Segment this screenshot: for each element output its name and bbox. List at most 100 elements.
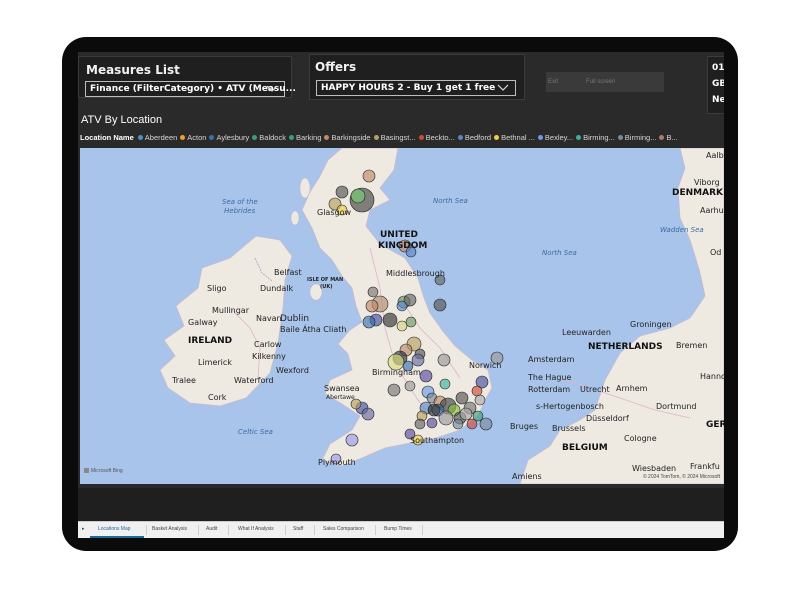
chevron-down-icon <box>266 85 278 92</box>
legend-item[interactable]: Aylesbury <box>209 133 249 142</box>
tab-audit[interactable]: Audit <box>206 526 217 532</box>
map-label-denmark: DENMARK <box>672 188 723 198</box>
measures-list-value: Finance (FilterCategory) • ATV (Measu... <box>90 84 296 94</box>
map-label-mullingar: Mullingar <box>212 306 249 315</box>
offers-dropdown[interactable]: HAPPY HOURS 2 - Buy 1 get 1 free <box>316 80 516 96</box>
continental-europe-landmass <box>519 148 724 484</box>
location-bubble[interactable] <box>396 320 408 332</box>
legend-dot-icon <box>209 135 215 140</box>
location-bubble[interactable] <box>405 316 417 328</box>
location-bubble[interactable] <box>438 410 454 426</box>
legend-item[interactable]: Bethnal ... <box>494 133 535 142</box>
location-bubble[interactable] <box>427 403 441 417</box>
tab-locations-map[interactable]: Locations Map <box>98 526 131 532</box>
tab-scroll-left-icon[interactable]: ▸ <box>82 526 85 532</box>
tab-bump-times[interactable]: Bump Times <box>384 526 412 532</box>
map-visual-title: ATV By Location <box>81 114 163 126</box>
location-bubble[interactable] <box>479 417 493 431</box>
tab-sales-comparison[interactable]: Sales Comparison <box>323 526 364 532</box>
location-bubble[interactable] <box>345 433 359 447</box>
location-bubble[interactable] <box>362 315 376 329</box>
location-bubble[interactable] <box>452 418 464 430</box>
legend-item[interactable]: Aberdeen <box>137 133 177 142</box>
location-bubble[interactable] <box>387 383 401 397</box>
location-bubble[interactable] <box>455 391 469 405</box>
map-label-limerick: Limerick <box>198 358 232 367</box>
legend-item[interactable]: Bexley... <box>537 133 574 142</box>
legend-item-label: Barkingside <box>331 133 371 142</box>
bing-attribution: Microsoft Bing <box>84 468 123 474</box>
location-bubble[interactable] <box>335 185 349 199</box>
map-label-north-sea: North Sea <box>433 197 468 205</box>
location-bubble[interactable] <box>350 188 366 204</box>
location-bubble[interactable] <box>414 418 426 430</box>
map-label-dortmund: Dortmund <box>656 402 697 411</box>
legend-item[interactable]: B... <box>659 133 678 142</box>
map-label-tralee: Tralee <box>172 376 196 385</box>
chevron-down-icon <box>497 84 509 91</box>
location-bubble[interactable] <box>426 417 438 429</box>
tab-divider <box>228 525 229 535</box>
legend-item[interactable]: Basingst... <box>373 133 416 142</box>
location-bubble[interactable] <box>365 299 379 313</box>
exit-button[interactable]: Exit <box>548 79 558 85</box>
location-bubble[interactable] <box>471 385 483 397</box>
map-label-galway: Galway <box>188 318 218 327</box>
map-label-viborg: Viborg <box>694 178 720 187</box>
location-bubble[interactable] <box>419 369 433 383</box>
map-label-swansea: Swansea <box>324 384 360 393</box>
map-label-sea-hebrides: Sea of the <box>222 198 258 206</box>
map-label-wadden-sea: Wadden Sea <box>660 226 704 234</box>
legend-dot-icon <box>576 135 582 140</box>
active-tab-indicator <box>90 536 144 538</box>
location-bubble[interactable] <box>367 286 379 298</box>
map-label-groningen: Groningen <box>630 320 672 329</box>
tab-what-if-analysis[interactable]: What If Analysis <box>238 526 274 532</box>
measures-list-slicer: Measures List Finance (FilterCategory) •… <box>78 56 296 98</box>
measures-list-dropdown[interactable]: Finance (FilterCategory) • ATV (Measu... <box>85 81 296 97</box>
map-label-dublin: Dublin <box>280 314 310 324</box>
legend-item[interactable]: Acton <box>180 133 206 142</box>
bing-map[interactable]: UNITED KINGDOM IRELAND NETHERLANDS DENMA… <box>80 148 724 484</box>
location-bubble[interactable] <box>474 394 486 406</box>
legend-item[interactable]: Birming... <box>617 133 656 142</box>
legend-dot-icon <box>288 135 294 140</box>
full-screen-button[interactable]: Full screen <box>586 79 615 85</box>
legend-item[interactable]: Birming... <box>576 133 615 142</box>
map-label-celtic-sea: Celtic Sea <box>238 428 273 436</box>
legend-item[interactable]: Barking <box>288 133 321 142</box>
legend-item-label: Bexley... <box>544 133 574 142</box>
location-bubble[interactable] <box>459 407 473 421</box>
map-label-rotterdam: Rotterdam <box>528 385 571 394</box>
legend-dot-icon <box>457 135 463 140</box>
legend-dot-icon <box>324 135 330 140</box>
location-bubble[interactable] <box>411 353 425 367</box>
map-label-norwich: Norwich <box>469 361 502 370</box>
legend-item[interactable]: Bedford <box>457 133 491 142</box>
legend-item[interactable]: Barkingside <box>324 133 371 142</box>
hebrides-island <box>299 177 311 199</box>
location-bubble[interactable] <box>382 312 398 328</box>
map-label-belfast: Belfast <box>274 268 302 277</box>
legend-item-label: Acton <box>187 133 207 142</box>
map-label-dublin-2: Baile Átha Cliath <box>280 325 347 334</box>
location-bubble[interactable] <box>437 353 451 367</box>
location-bubble[interactable] <box>361 407 375 421</box>
report-canvas: Measures List Finance (FilterCategory) •… <box>78 52 724 538</box>
map-label-arnhem: Arnhem <box>616 384 648 393</box>
location-bubble[interactable] <box>439 378 451 390</box>
map-label-aarhus: Aarhus <box>700 206 724 215</box>
map-label-isle-of-man: ISLE OF MAN <box>307 277 344 283</box>
legend-item[interactable]: Baldock <box>252 133 286 142</box>
tab-staff[interactable]: Staff <box>293 526 303 532</box>
legend-item[interactable]: Beckto... <box>418 133 455 142</box>
map-label-utrecht: Utrecht <box>580 385 610 394</box>
legend-dot-icon <box>137 135 143 140</box>
tab-basket-analysis[interactable]: Basket Analysis <box>152 526 187 532</box>
location-bubble[interactable] <box>433 298 447 312</box>
location-bubble[interactable] <box>362 169 376 183</box>
location-bubble[interactable] <box>396 300 408 312</box>
location-bubble[interactable] <box>404 380 416 392</box>
legend-item-label: Aylesbury <box>216 133 250 142</box>
location-bubble[interactable] <box>466 418 478 430</box>
